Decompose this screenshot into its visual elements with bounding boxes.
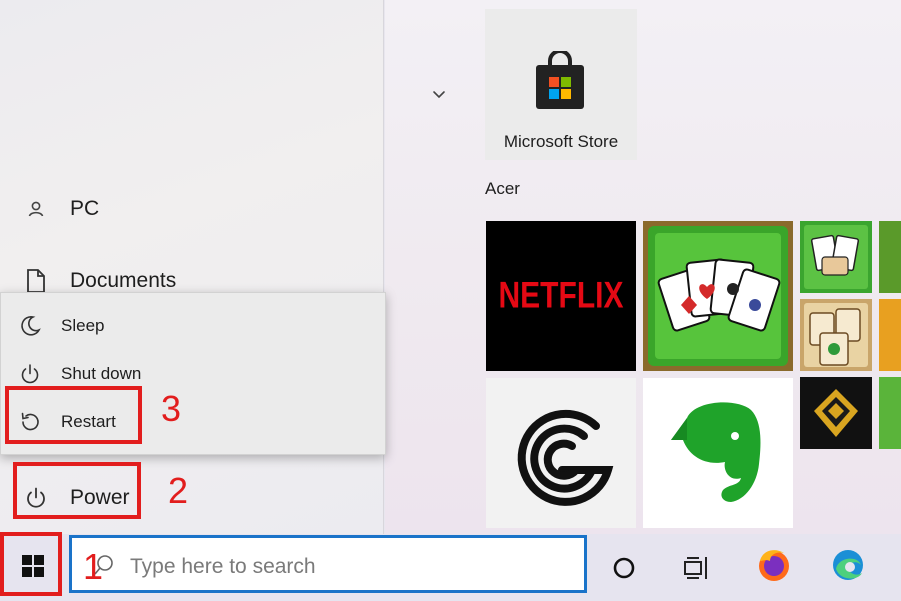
partial-tile-2[interactable] (879, 299, 901, 371)
search-placeholder: Type here to search (130, 555, 316, 578)
task-view-button[interactable] (681, 552, 713, 584)
store-bag-icon (536, 51, 584, 109)
evernote-tile[interactable] (643, 378, 793, 528)
moon-icon (15, 311, 45, 341)
solitaire-tile[interactable] (643, 221, 793, 371)
partial-tile-1[interactable] (879, 221, 901, 293)
annotation-step-2: 2 (168, 470, 189, 511)
cortana-button[interactable] (608, 552, 640, 584)
edge-icon (833, 550, 863, 580)
cortana-icon (613, 557, 635, 579)
user-account-label: PC (70, 197, 100, 220)
firefox-button[interactable] (754, 545, 794, 585)
sleep-label: Sleep (61, 316, 105, 335)
shut-down-label: Shut down (61, 364, 142, 383)
taskbar-search-box[interactable]: Type here to search (69, 535, 587, 593)
spiral-g-icon (517, 409, 614, 506)
annotation-box-start (0, 532, 62, 596)
microsoft-store-tile[interactable]: Microsoft Store (485, 9, 637, 160)
task-view-icon (684, 557, 707, 579)
game-badge-tile[interactable] (800, 377, 872, 449)
mahjong-tile[interactable] (800, 299, 872, 371)
annotation-box-restart (5, 386, 142, 444)
annotation-box-power (13, 462, 141, 519)
sleep-option[interactable]: Sleep (15, 309, 104, 343)
annotation-step-1: 1 (83, 546, 104, 587)
evernote-elephant-icon (671, 402, 761, 502)
cards-icon (804, 225, 868, 289)
firefox-icon (759, 550, 789, 581)
netflix-tile[interactable]: NETFLIX (486, 221, 636, 371)
tile-group-label: Acer (485, 179, 520, 198)
mahjong-icon (804, 303, 868, 367)
user-icon (18, 191, 54, 227)
freecell-tile[interactable] (800, 221, 872, 293)
user-account-item[interactable]: PC (18, 189, 99, 229)
solitaire-cards-icon (648, 226, 788, 366)
chevron-down-icon[interactable] (428, 84, 450, 106)
power-icon (15, 359, 45, 389)
netflix-logo: NETFLIX (498, 274, 624, 316)
shield-icon (814, 389, 858, 437)
documents-label: Documents (70, 269, 177, 292)
microsoft-store-label: Microsoft Store (503, 132, 619, 151)
annotation-step-3: 3 (161, 388, 182, 429)
game-app-tile[interactable] (486, 378, 636, 528)
partial-tile-3[interactable] (879, 377, 901, 449)
edge-button[interactable] (828, 545, 868, 585)
